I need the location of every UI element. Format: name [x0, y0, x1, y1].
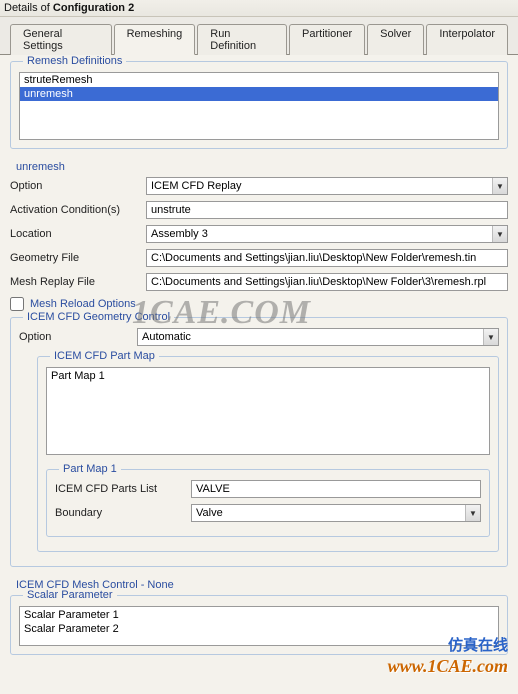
location-combo[interactable]: ▼ [146, 225, 508, 243]
option-label: Option [10, 180, 138, 192]
current-remesh-label: unremesh [16, 161, 508, 173]
parts-list-row: ICEM CFD Parts List [55, 480, 481, 498]
list-item[interactable]: Part Map 1 [51, 370, 485, 382]
scalar-parameter-group: Scalar Parameter Scalar Parameter 1 Scal… [10, 595, 508, 655]
geom-option-row: Option ▼ [19, 328, 499, 346]
icem-geometry-control-group: ICEM CFD Geometry Control Option ▼ ICEM … [10, 317, 508, 567]
mesh-reload-options-checkbox[interactable]: Mesh Reload Options [10, 297, 136, 311]
location-label: Location [10, 228, 138, 240]
option-row: Option ▼ [10, 177, 508, 195]
remesh-definitions-group: Remesh Definitions struteRemesh unremesh [10, 61, 508, 149]
tab-partitioner[interactable]: Partitioner [289, 24, 365, 55]
mesh-replay-row: Mesh Replay File [10, 273, 508, 291]
part-map-detail-legend: Part Map 1 [59, 463, 121, 475]
mesh-replay-input[interactable] [146, 273, 508, 291]
list-item[interactable]: struteRemesh [20, 73, 498, 87]
parts-list-label: ICEM CFD Parts List [55, 483, 183, 495]
option-input[interactable] [146, 177, 508, 195]
title-name: Configuration 2 [53, 2, 134, 14]
activation-input[interactable] [146, 201, 508, 219]
boundary-row: Boundary ▼ [55, 504, 481, 522]
icem-part-map-legend: ICEM CFD Part Map [50, 350, 159, 362]
location-row: Location ▼ [10, 225, 508, 243]
mesh-reload-row: Mesh Reload Options [10, 297, 508, 311]
icem-part-map-group: ICEM CFD Part Map Part Map 1 Part Map 1 … [37, 356, 499, 552]
tab-remeshing[interactable]: Remeshing [114, 24, 196, 55]
boundary-label: Boundary [55, 507, 183, 519]
part-map-listbox[interactable]: Part Map 1 [46, 367, 490, 455]
scalar-parameter-legend: Scalar Parameter [23, 589, 117, 601]
part-map-detail-group: Part Map 1 ICEM CFD Parts List Boundary … [46, 469, 490, 537]
geom-option-label: Option [19, 331, 129, 343]
geom-option-input[interactable] [137, 328, 499, 346]
list-item[interactable]: Scalar Parameter 1 [24, 608, 494, 622]
list-item[interactable]: Scalar Parameter 2 [24, 622, 494, 636]
tab-solver[interactable]: Solver [367, 24, 424, 55]
geometry-file-label: Geometry File [10, 252, 138, 264]
title-prefix: Details of [4, 2, 53, 14]
list-item-selected[interactable]: unremesh [20, 87, 498, 101]
tab-interpolator[interactable]: Interpolator [426, 24, 508, 55]
checkbox-icon[interactable] [10, 297, 24, 311]
remesh-definitions-legend: Remesh Definitions [23, 55, 126, 67]
tab-strip: General Settings Remeshing Run Definitio… [0, 17, 518, 55]
option-combo[interactable]: ▼ [146, 177, 508, 195]
chevron-down-icon[interactable]: ▼ [492, 226, 507, 242]
geometry-file-input[interactable] [146, 249, 508, 267]
mesh-replay-label: Mesh Replay File [10, 276, 138, 288]
geom-option-combo[interactable]: ▼ [137, 328, 499, 346]
chevron-down-icon[interactable]: ▼ [483, 329, 498, 345]
title-bar: Details of Configuration 2 [0, 0, 518, 17]
scalar-parameter-listbox[interactable]: Scalar Parameter 1 Scalar Parameter 2 [19, 606, 499, 646]
content-area: Remesh Definitions struteRemesh unremesh… [0, 55, 518, 694]
chevron-down-icon[interactable]: ▼ [492, 178, 507, 194]
tab-run-definition[interactable]: Run Definition [197, 24, 287, 55]
boundary-input[interactable] [191, 504, 481, 522]
activation-row: Activation Condition(s) [10, 201, 508, 219]
activation-label: Activation Condition(s) [10, 204, 138, 216]
icem-geometry-control-legend: ICEM CFD Geometry Control [23, 311, 174, 323]
geometry-file-row: Geometry File [10, 249, 508, 267]
mesh-reload-options-label: Mesh Reload Options [30, 298, 136, 310]
parts-list-input[interactable] [191, 480, 481, 498]
location-input[interactable] [146, 225, 508, 243]
chevron-down-icon[interactable]: ▼ [465, 505, 480, 521]
tab-general-settings[interactable]: General Settings [10, 24, 112, 55]
remesh-definitions-listbox[interactable]: struteRemesh unremesh [19, 72, 499, 140]
boundary-combo[interactable]: ▼ [191, 504, 481, 522]
